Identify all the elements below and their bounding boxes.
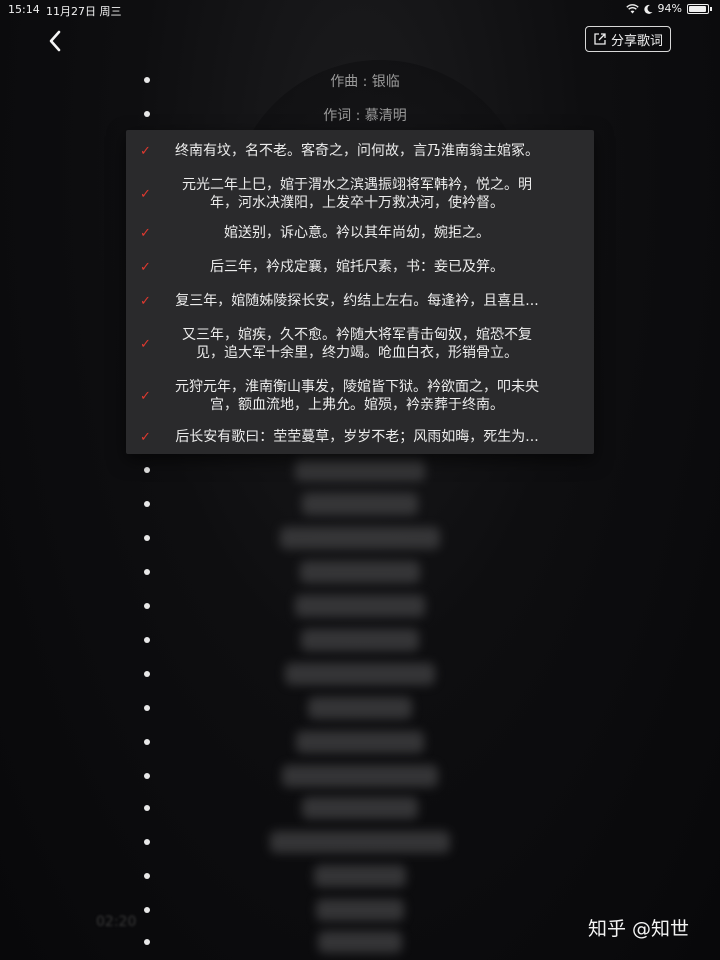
line-bullet	[144, 111, 150, 117]
menu-item[interactable]: ✓ 元光二年上巳，婠于渭水之滨遇振翊将军韩衿，悦之。明 年，河水决濮阳，上发卒十…	[126, 172, 594, 216]
composer-credit: 作曲 : 银临	[330, 74, 400, 90]
status-time: 15:14	[8, 3, 40, 16]
menu-item-text: 后长安有歌曰：茔茔蔓草，岁岁不老；风雨如晦，死生为...	[175, 429, 539, 445]
menu-item-text: 又三年，婠疾，久不愈。衿随大将军青击匈奴，婠恐不复 见，追大军十余里，终力竭。呛…	[162, 326, 552, 362]
blurred-lyric-line	[308, 697, 412, 719]
menu-item[interactable]: ✓ 婠送别，诉心意。衿以其年尚幼，婉拒之。	[126, 216, 594, 250]
menu-item[interactable]: ✓ 元狩元年，淮南衡山事发，陵婠皆下狱。衿欲面之，叩未央 宫，额血流地，上弗允。…	[126, 374, 594, 418]
status-indicators: 94%	[625, 2, 712, 15]
menu-item-line: 元狩元年，淮南衡山事发，陵婠皆下狱。衿欲面之，叩未央	[175, 379, 539, 395]
blurred-lyric-line	[302, 493, 418, 515]
lyric-selection-menu: ✓ 终南有坟，名不老。客奇之，问何故，言乃淮南翁主婠冢。 ✓ 元光二年上巳，婠于…	[126, 130, 594, 454]
lyricist-credit: 作词 : 慕清明	[323, 108, 407, 124]
checkmark-icon: ✓	[140, 143, 151, 159]
menu-item-text: 元光二年上巳，婠于渭水之滨遇振翊将军韩衿，悦之。明 年，河水决濮阳，上发卒十万救…	[162, 176, 552, 212]
blurred-lyric-line	[318, 931, 402, 953]
watermark: 知乎 @知世	[588, 918, 690, 940]
line-bullet	[144, 839, 150, 845]
moon-icon	[643, 4, 653, 14]
blurred-lyric-line	[314, 865, 406, 887]
menu-item[interactable]: ✓ 终南有坟，名不老。客奇之，问何故，言乃淮南翁主婠冢。	[126, 134, 594, 168]
line-bullet	[144, 569, 150, 575]
menu-item[interactable]: ✓ 后三年，衿戍定襄，婠托尺素，书：妾已及笄。	[126, 250, 594, 284]
status-bar: 15:14 11月27日 周三 94%	[0, 0, 720, 20]
menu-item-text: 元狩元年，淮南衡山事发，陵婠皆下狱。衿欲面之，叩未央 宫，额血流地，上弗允。婠殒…	[162, 378, 552, 414]
blurred-lyric-line	[300, 561, 420, 583]
menu-item-line: 又三年，婠疾，久不愈。衿随大将军青击匈奴，婠恐不复	[182, 327, 532, 343]
line-bullet	[144, 671, 150, 677]
menu-item[interactable]: ✓ 又三年，婠疾，久不愈。衿随大将军青击匈奴，婠恐不复 见，追大军十余里，终力竭…	[126, 322, 594, 366]
lyrics-share-screen: 15:14 11月27日 周三 94% 分享歌词 作曲: 银临 作词: 慕清…	[0, 0, 720, 960]
blurred-lyric-line	[280, 527, 440, 549]
line-bullet	[144, 939, 150, 945]
menu-item-text: 婠送别，诉心意。衿以其年尚幼，婉拒之。	[224, 225, 490, 241]
line-bullet	[144, 603, 150, 609]
line-bullet	[144, 467, 150, 473]
menu-item-text: 终南有坟，名不老。客奇之，问何故，言乃淮南翁主婠冢。	[175, 143, 539, 159]
back-button[interactable]	[40, 26, 70, 56]
menu-item[interactable]: ✓ 复三年，婠随姊陵探长安，约结上左右。每逢衿，且喜且...	[126, 284, 594, 318]
line-bullet	[144, 637, 150, 643]
menu-item-text: 后三年，衿戍定襄，婠托尺素，书：妾已及笄。	[210, 259, 504, 275]
line-bullet	[144, 773, 150, 779]
menu-item-line: 宫，额血流地，上弗允。婠殒，衿亲葬于终南。	[210, 397, 504, 413]
share-lyrics-label: 分享歌词	[610, 33, 663, 49]
checkmark-icon: ✓	[140, 336, 151, 352]
blurred-lyric-line	[282, 765, 438, 787]
share-icon	[594, 33, 606, 45]
line-bullet	[144, 535, 150, 541]
wifi-icon	[625, 3, 639, 13]
line-bullet	[144, 907, 150, 913]
menu-item[interactable]: ✓ 后长安有歌曰：茔茔蔓草，岁岁不老；风雨如晦，死生为...	[126, 420, 594, 454]
battery-cap	[710, 6, 712, 11]
menu-item-line: 年，河水决濮阳，上发卒十万救决河，使衿督。	[210, 195, 504, 211]
blurred-lyric-line	[301, 629, 419, 651]
line-bullet	[144, 77, 150, 83]
checkmark-icon: ✓	[140, 186, 151, 202]
playback-time: 02:20	[96, 914, 137, 930]
chevron-left-icon	[49, 30, 61, 52]
battery-fill	[689, 5, 706, 12]
blurred-lyric-line	[270, 831, 450, 853]
blurred-lyric-line	[295, 595, 425, 617]
menu-item-text: 复三年，婠随姊陵探长安，约结上左右。每逢衿，且喜且...	[175, 293, 539, 309]
blurred-lyric-line	[316, 899, 404, 921]
checkmark-icon: ✓	[140, 388, 151, 404]
blurred-lyric-line	[302, 797, 418, 819]
blurred-lyric-line	[295, 459, 425, 481]
checkmark-icon: ✓	[140, 293, 151, 309]
line-bullet	[144, 739, 150, 745]
menu-item-line: 元光二年上巳，婠于渭水之滨遇振翊将军韩衿，悦之。明	[182, 177, 532, 193]
line-bullet	[144, 501, 150, 507]
share-lyrics-button[interactable]: 分享歌词	[585, 26, 671, 52]
battery-icon	[687, 3, 709, 14]
menu-item-line: 见，追大军十余里，终力竭。呛血白衣，形销骨立。	[196, 345, 518, 361]
line-bullet	[144, 705, 150, 711]
checkmark-icon: ✓	[140, 429, 151, 445]
blurred-lyric-line	[296, 731, 424, 753]
line-bullet	[144, 873, 150, 879]
checkmark-icon: ✓	[140, 259, 151, 275]
line-bullet	[144, 805, 150, 811]
status-date: 11月27日 周三	[46, 5, 122, 18]
checkmark-icon: ✓	[140, 225, 151, 241]
battery-percent: 94%	[657, 2, 682, 15]
blurred-lyric-line	[285, 663, 435, 685]
